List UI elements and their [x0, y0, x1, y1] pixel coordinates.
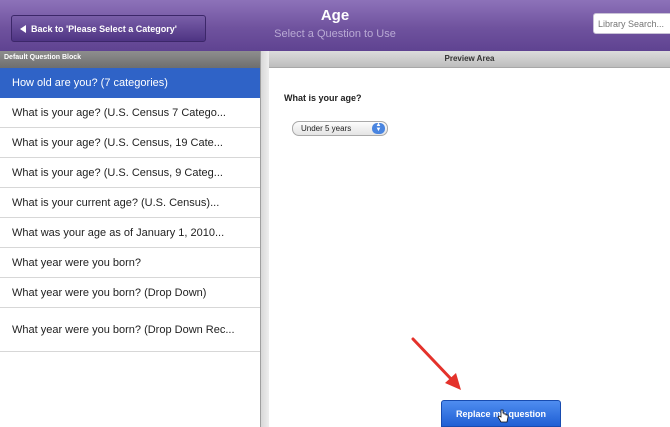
question-label: What year were you born? (Drop Down) [12, 286, 207, 299]
age-dropdown-value: Under 5 years [301, 124, 352, 133]
question-label: What is your age? (U.S. Census 7 Catego.… [12, 106, 226, 119]
top-toolbar: Back to 'Please Select a Category' Age S… [0, 0, 670, 51]
question-label: What was your age as of January 1, 2010.… [12, 226, 225, 239]
hand-cursor-icon [497, 409, 509, 423]
pane-splitter[interactable] [261, 51, 269, 427]
question-label: What is your age? (U.S. Census, 19 Cate.… [12, 136, 223, 149]
question-list-item[interactable]: What year were you born? [0, 248, 260, 278]
question-label: What year were you born? (Drop Down Rec.… [12, 323, 235, 336]
question-list-item[interactable]: What year were you born? (Drop Down) [0, 278, 260, 308]
preview-question-text: What is your age? [284, 93, 362, 103]
question-list-item[interactable]: What year were you born? (Drop Down Rec.… [0, 308, 260, 352]
question-block-heading: Default Question Block [0, 51, 260, 68]
question-label: What is your age? (U.S. Census, 9 Categ.… [12, 166, 223, 179]
page-title: Age [320, 7, 350, 24]
age-dropdown[interactable]: Under 5 years ▲ ▼ [292, 121, 388, 136]
question-list-item[interactable]: What is your age? (U.S. Census 7 Catego.… [0, 98, 260, 128]
question-list-item[interactable]: How old are you? (7 categories) [0, 68, 260, 98]
preview-area-heading: Preview Area [269, 51, 670, 68]
question-label: What year were you born? [12, 256, 142, 269]
page-subtitle: Select a Question to Use [274, 28, 396, 40]
dropdown-arrows-icon: ▲ ▼ [372, 122, 385, 134]
question-label: How old are you? (7 categories) [12, 76, 168, 89]
question-list-item[interactable]: What is your age? (U.S. Census, 9 Categ.… [0, 158, 260, 188]
question-list-item[interactable]: What is your age? (U.S. Census, 19 Cate.… [0, 128, 260, 158]
red-annotation-arrow-icon [411, 337, 461, 390]
question-list-item[interactable]: What was your age as of January 1, 2010.… [0, 218, 260, 248]
question-list-item[interactable]: What is your current age? (U.S. Census).… [0, 188, 260, 218]
question-list-sidebar: Default Question Block How old are you? … [0, 51, 261, 427]
library-search-input[interactable] [593, 13, 670, 34]
question-label: What is your current age? (U.S. Census).… [12, 196, 220, 209]
